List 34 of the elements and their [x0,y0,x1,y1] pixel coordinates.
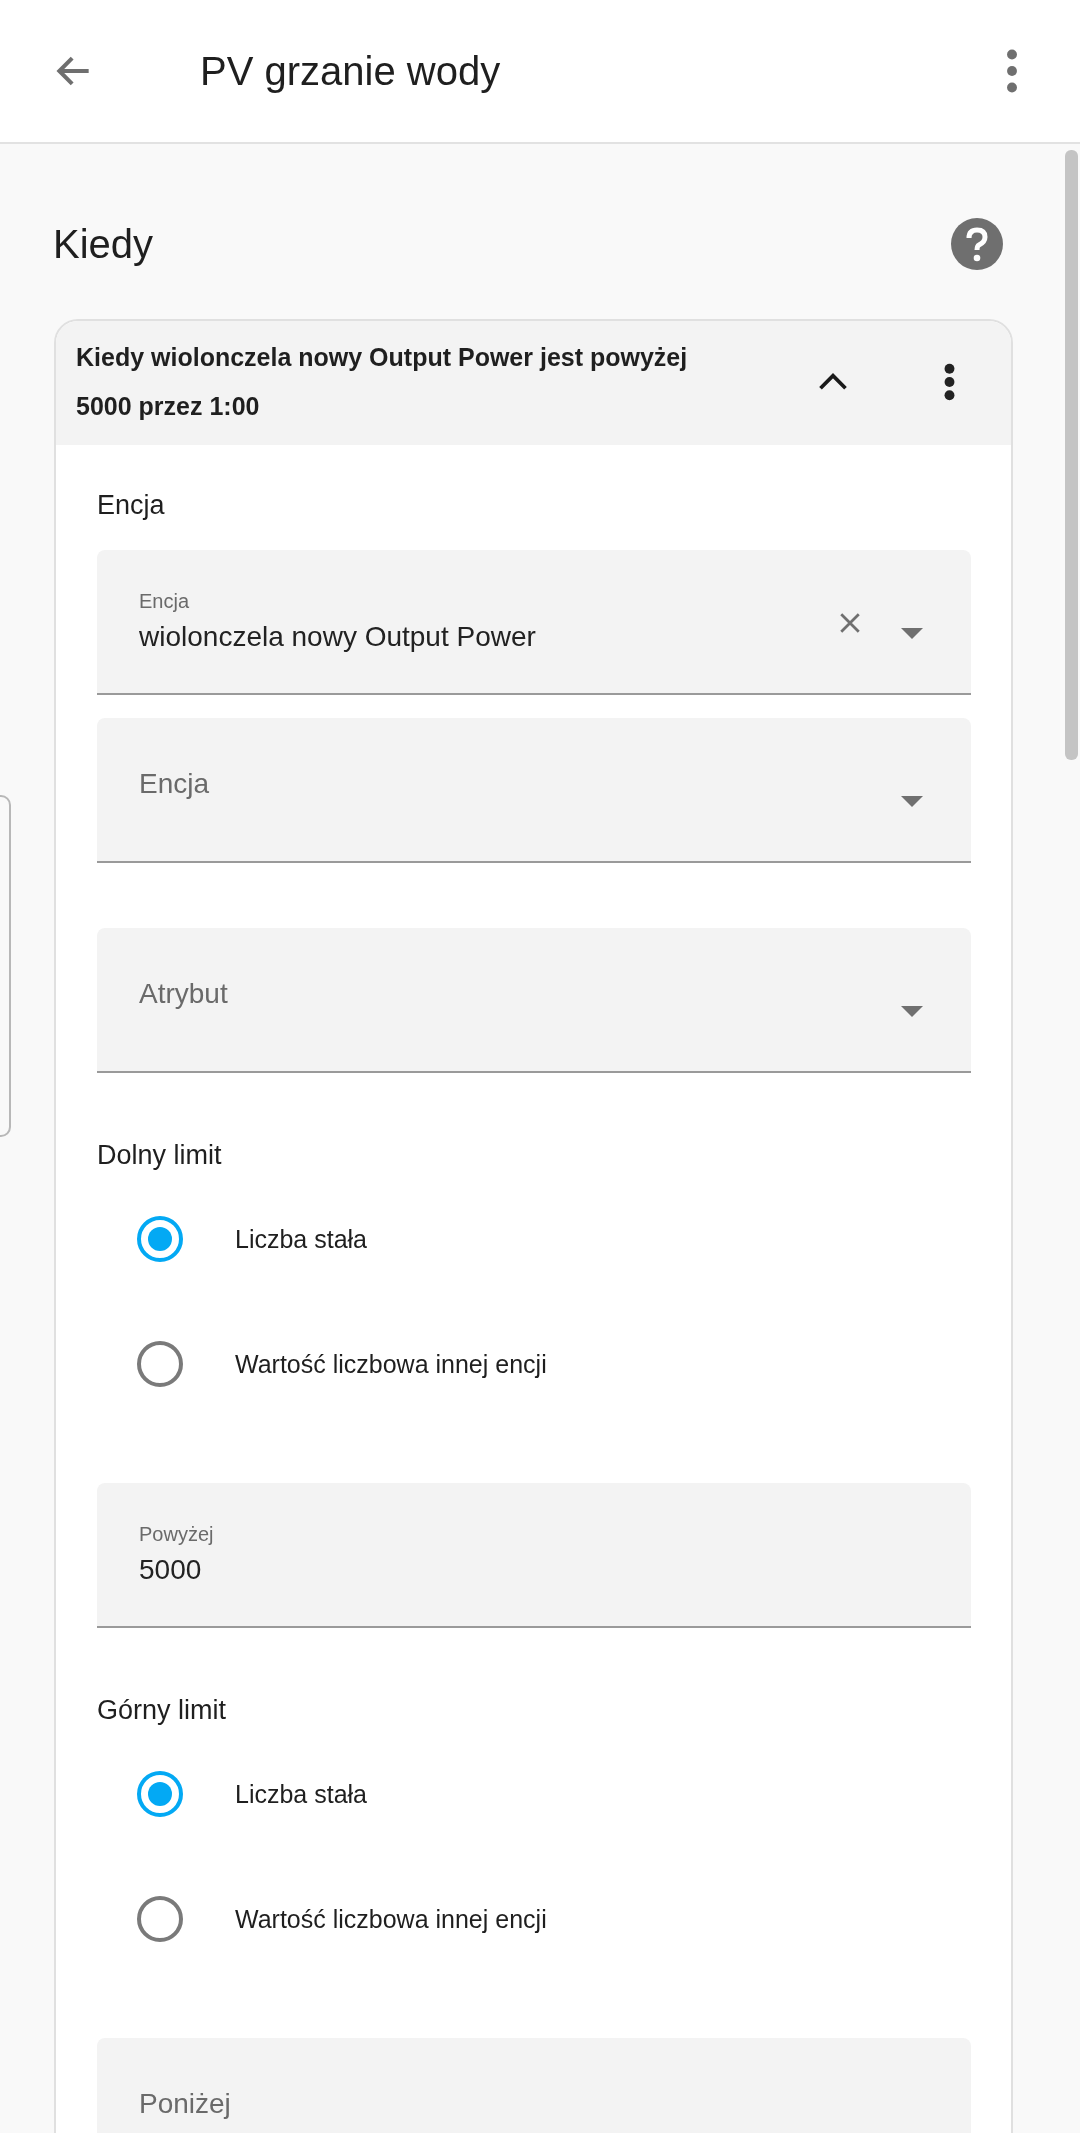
dropdown-caret-icon[interactable] [901,796,923,807]
radio-button[interactable] [137,1216,183,1262]
field-label: Encja [139,590,191,613]
help-icon[interactable] [951,218,1003,270]
radio-option[interactable]: Wartość liczbowa innej encji [137,1341,971,1387]
radio-option[interactable]: Liczba stała [137,1216,971,1262]
page-title: PV grzanie wody [200,48,502,94]
dropdown-caret-icon[interactable] [901,628,923,639]
trigger-summary: Kiedy wiolonczela nowy Output Power jest powyżej 5000 przez 1:00 [76,342,689,422]
chevron-up-icon[interactable] [818,373,848,391]
field-heading: Górny limit [97,1695,227,1726]
field-placeholder: Encja [139,767,211,800]
field-value: 5000 [139,1554,203,1586]
select-field[interactable]: Atrybut [97,928,971,1073]
dropdown-caret-icon[interactable] [901,1006,923,1017]
radio-button[interactable] [137,1341,183,1387]
radio-button[interactable] [137,1771,183,1817]
field-heading: Dolny limit [97,1140,223,1171]
field-label: Powyżej [139,1523,215,1546]
scrollbar-thumb[interactable] [1065,150,1078,760]
more-options-icon[interactable] [944,362,955,402]
field-placeholder: Poniżej [139,2087,232,2120]
radio-button[interactable] [137,1896,183,1942]
radio-option[interactable]: Wartość liczbowa innej encji [137,1896,971,1942]
field-placeholder: Atrybut [139,977,229,1010]
select-field[interactable]: Encja wiolonczela nowy Output Power [97,550,971,695]
field-value: wiolonczela nowy Output Power [139,621,537,653]
input-field[interactable]: Poniżej [97,2038,971,2133]
field-heading: Encja [97,490,166,521]
card-header[interactable]: Kiedy wiolonczela nowy Output Power jest powyżej 5000 przez 1:00 [56,321,1011,445]
input-field[interactable]: Powyżej 5000 [97,1483,971,1628]
radio-option[interactable]: Liczba stała [137,1771,971,1817]
select-field[interactable]: Encja [97,718,971,863]
section-title: Kiedy [53,221,154,267]
